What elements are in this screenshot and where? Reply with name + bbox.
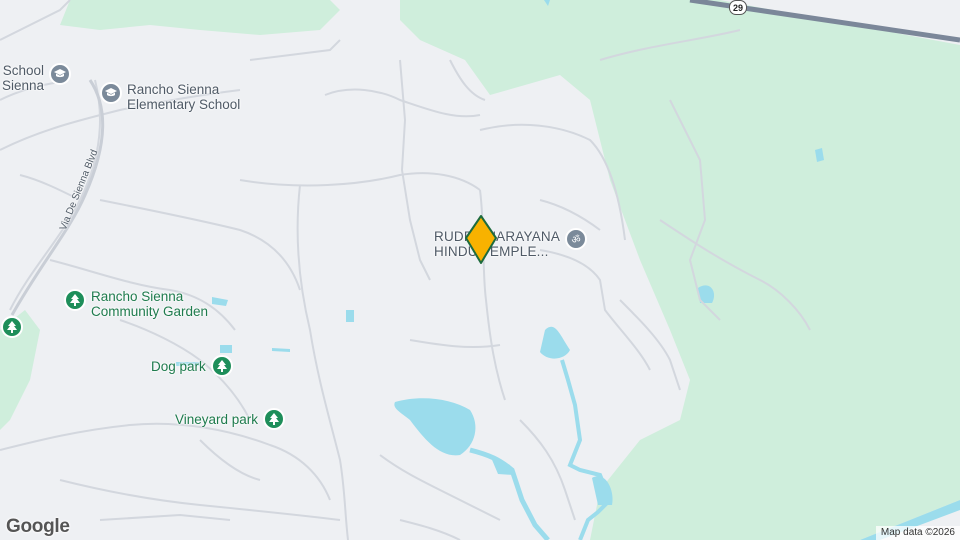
tree-icon (210, 355, 233, 377)
location-marker-icon[interactable] (464, 214, 498, 266)
poi-rancho-sienna-elementary[interactable]: Rancho Sienna Elementary School (100, 82, 240, 112)
poi-school-sienna[interactable]: School Sienna (2, 63, 72, 93)
svg-text:ॐ: ॐ (572, 234, 581, 245)
tree-icon (263, 408, 286, 430)
map-attribution[interactable]: Map data ©2026 (875, 526, 960, 540)
school-icon (49, 63, 72, 85)
poi-label: School Sienna (2, 63, 45, 93)
om-icon: ॐ (565, 228, 588, 250)
poi-label: Dog park (151, 359, 206, 374)
poi-label: Vineyard park (175, 412, 259, 427)
tree-icon (1, 316, 23, 338)
poi-dog-park[interactable]: Dog park (151, 355, 233, 377)
school-icon (100, 82, 122, 104)
poi-vineyard-park[interactable]: Vineyard park (175, 408, 286, 430)
route-shield: 29 (729, 0, 747, 15)
tree-icon (64, 289, 86, 311)
poi-rancho-sienna-community-garden[interactable]: Rancho Sienna Community Garden (64, 289, 208, 319)
google-logo[interactable]: Google (6, 516, 70, 538)
poi-temple[interactable]: RUDRA NARAYANA HINDU TEMPLE... ॐ (434, 228, 588, 259)
poi-label: Rancho Sienna Elementary School (127, 82, 241, 112)
poi-label: Rancho Sienna Community Garden (91, 289, 209, 319)
map-base-layer (0, 0, 960, 540)
poi-tree-left-edge[interactable] (1, 316, 23, 338)
map-canvas[interactable]: School Sienna Rancho Sienna Elementary S… (0, 0, 960, 540)
